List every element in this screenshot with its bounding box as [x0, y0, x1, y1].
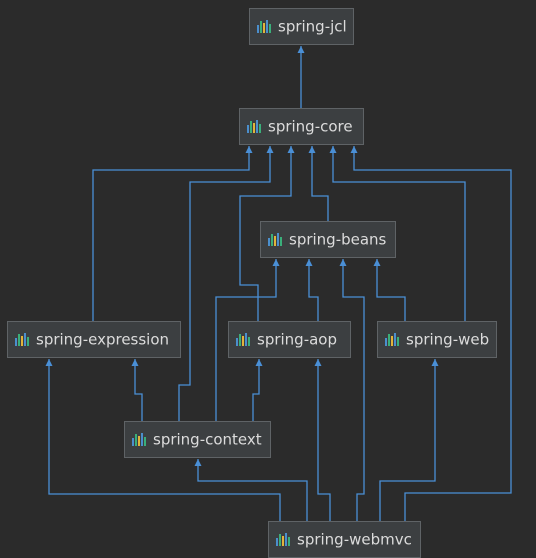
icon-bar	[21, 336, 23, 346]
icon-bar	[263, 23, 265, 33]
icon-bar	[18, 334, 20, 346]
icon-bar	[271, 234, 273, 246]
module-label: spring-jcl	[278, 18, 347, 36]
dependency-edge-spring-webmvc-to-spring-context	[194, 459, 308, 521]
icon-bar	[276, 538, 278, 546]
arrowhead-icon	[245, 146, 253, 153]
module-node-spring-expression[interactable]: spring-expression	[7, 321, 181, 358]
arrowhead-icon	[329, 146, 337, 153]
module-label: spring-aop	[257, 331, 337, 349]
icon-bar	[285, 533, 287, 546]
arrowhead-icon	[272, 259, 280, 266]
icon-bar	[282, 536, 284, 546]
dependency-edge-spring-webmvc-to-spring-aop	[314, 359, 331, 521]
arrowhead-icon	[255, 359, 263, 366]
module-node-spring-web[interactable]: spring-web	[377, 321, 497, 358]
module-label: spring-context	[153, 431, 262, 449]
icon-bar	[391, 336, 393, 346]
dependency-edge-spring-web-to-spring-beans	[373, 259, 406, 321]
arrowhead-icon	[131, 359, 139, 366]
module-label: spring-web	[406, 331, 489, 349]
icon-bar	[259, 124, 261, 133]
icon-bar	[236, 338, 238, 346]
arrowhead-icon	[297, 46, 305, 53]
icon-bar	[253, 123, 255, 133]
arrowhead-icon	[308, 146, 316, 153]
dependency-edge-spring-context-to-spring-aop	[252, 359, 263, 421]
edge-line	[317, 359, 331, 521]
dependency-edge-spring-context-to-spring-expression	[131, 359, 143, 421]
arrowhead-icon	[314, 359, 322, 366]
edge-line	[134, 359, 143, 421]
arrowhead-icon	[266, 146, 274, 153]
edge-line	[92, 146, 250, 321]
edge-line	[178, 146, 271, 421]
icon-bar	[24, 333, 26, 346]
module-node-spring-jcl[interactable]: spring-jcl	[249, 8, 354, 45]
icon-bar	[242, 336, 244, 346]
module-label: spring-core	[268, 118, 353, 136]
dependency-edge-spring-expression-to-spring-core	[92, 146, 253, 321]
icon-bar	[250, 121, 252, 133]
arrowhead-icon	[305, 259, 313, 266]
icon-bar	[274, 236, 276, 246]
icon-bar	[279, 534, 281, 546]
icon-bar	[277, 233, 279, 246]
edge-line	[379, 359, 436, 521]
arrowhead-icon	[45, 359, 53, 366]
edge-line	[342, 259, 365, 521]
module-node-spring-webmvc[interactable]: spring-webmvc	[268, 521, 421, 558]
icon-bar	[138, 436, 140, 446]
icon-bar	[260, 21, 262, 33]
icon-bar	[247, 125, 249, 133]
dependency-edge-spring-aop-to-spring-beans	[305, 259, 319, 321]
icon-bar	[15, 338, 17, 346]
edge-line	[252, 359, 260, 421]
icon-bar	[144, 437, 146, 446]
icon-bar	[288, 537, 290, 546]
module-node-spring-aop[interactable]: spring-aop	[228, 321, 351, 358]
module-dependency-diagram: spring-jcl spring-core spring-beans spring-…	[7, 8, 512, 558]
dependency-edge-spring-webmvc-to-spring-web	[379, 359, 439, 521]
icon-bar	[266, 20, 268, 33]
module-node-spring-context[interactable]: spring-context	[124, 421, 271, 458]
module-node-spring-core[interactable]: spring-core	[239, 108, 364, 145]
edge-line	[197, 459, 308, 521]
arrowhead-icon	[431, 359, 439, 366]
icon-bar	[269, 24, 271, 33]
icon-bar	[248, 337, 250, 346]
icon-bar	[280, 237, 282, 246]
edge-line	[311, 146, 329, 221]
dependency-edge-spring-beans-to-spring-core	[308, 146, 329, 221]
icon-bar	[132, 438, 134, 446]
arrowhead-icon	[194, 459, 202, 466]
arrowhead-icon	[350, 146, 358, 153]
icon-bar	[394, 333, 396, 346]
module-label: spring-webmvc	[297, 531, 412, 549]
icon-bar	[245, 333, 247, 346]
icon-bar	[268, 238, 270, 246]
icon-bar	[257, 25, 259, 33]
edge-line	[308, 259, 319, 321]
icon-bar	[141, 433, 143, 446]
icon-bar	[385, 338, 387, 346]
icon-bar	[135, 434, 137, 446]
module-nodes: spring-jcl spring-core spring-beans spring-…	[7, 8, 497, 558]
icon-bar	[27, 337, 29, 346]
module-label: spring-beans	[289, 231, 387, 249]
dependency-edge-spring-core-to-spring-jcl	[297, 46, 305, 108]
icon-bar	[239, 334, 241, 346]
edge-line	[376, 259, 406, 321]
dependency-edge-spring-webmvc-to-spring-beans	[339, 259, 365, 521]
module-label: spring-expression	[36, 331, 169, 349]
icon-bar	[388, 334, 390, 346]
icon-bar	[256, 120, 258, 133]
arrowhead-icon	[287, 146, 295, 153]
icon-bar	[397, 337, 399, 346]
arrowhead-icon	[373, 259, 381, 266]
module-node-spring-beans[interactable]: spring-beans	[260, 221, 396, 258]
arrowhead-icon	[339, 259, 347, 266]
